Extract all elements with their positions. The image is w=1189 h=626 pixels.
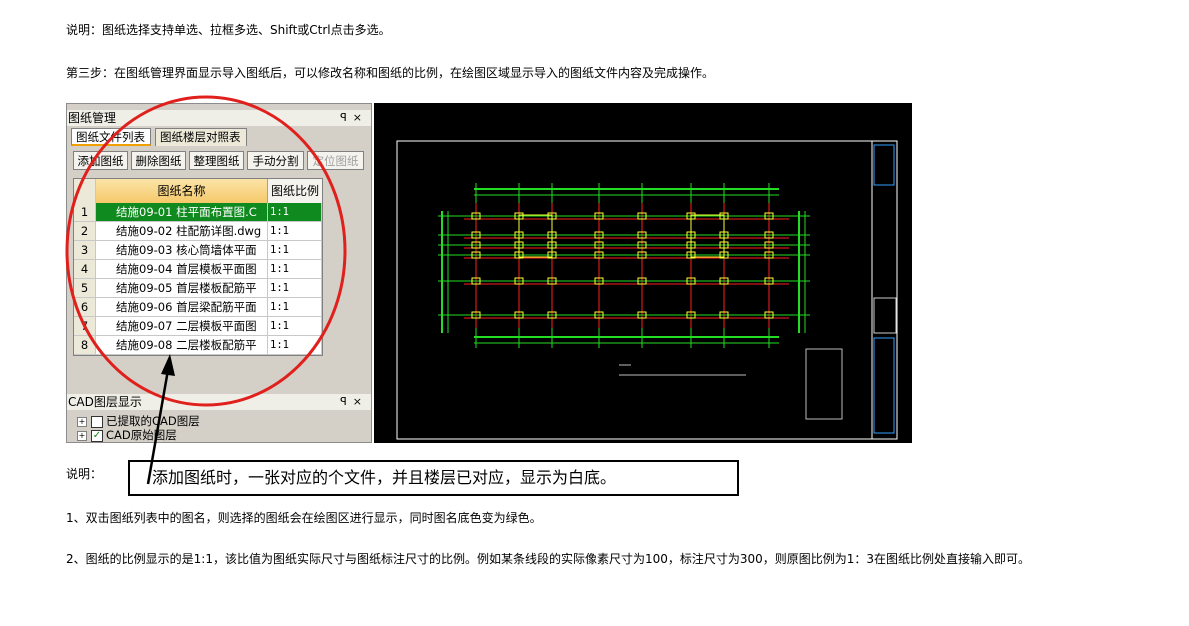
- drawing-name-cell[interactable]: 结施09-05 首层楼板配筋平: [96, 279, 268, 298]
- layer-panel-title: CAD图层显示: [68, 395, 142, 409]
- drawing-scale-cell[interactable]: 1:1: [268, 241, 322, 260]
- row-number: 8: [74, 336, 96, 355]
- table-row[interactable]: 2 结施09-02 柱配筋详图.dwg 1:1: [74, 222, 322, 241]
- expand-icon[interactable]: +: [77, 430, 87, 441]
- explanation-1: 1、双击图纸列表中的图名，则选择的图纸会在绘图区进行显示，同时图名底色变为绿色。: [66, 511, 542, 525]
- drawing-name-cell[interactable]: 结施09-01 柱平面布置图.C: [96, 203, 268, 222]
- table-row[interactable]: 3 结施09-03 核心筒墙体平面 1:1: [74, 241, 322, 260]
- note-label: 说明：: [66, 467, 103, 481]
- structural-plan: [438, 183, 810, 348]
- core-wall: [690, 214, 725, 258]
- layer-label-extracted: 已提取的CAD图层: [106, 414, 200, 428]
- table-row[interactable]: 8 结施09-08 二层楼板配筋平 1:1: [74, 336, 322, 355]
- row-number: 7: [74, 317, 96, 336]
- instruction-select-note: 说明：图纸选择支持单选、拉框多选、Shift或Ctrl点击多选。: [66, 23, 391, 37]
- drawing-scale-cell[interactable]: 1:1: [268, 222, 322, 241]
- pin-icon[interactable]: ꟼ: [340, 395, 353, 408]
- drawing-name-cell[interactable]: 结施09-07 二层模板平面图: [96, 317, 268, 336]
- close-icon[interactable]: ×: [353, 111, 368, 124]
- notes-table: [805, 348, 843, 420]
- drawing-management-panel: 图纸管理 ꟼ× 图纸文件列表 图纸楼层对照表 添加图纸 删除图纸 整理图纸 手动…: [66, 103, 372, 443]
- layer-item-extracted[interactable]: + 已提取的CAD图层: [77, 414, 200, 428]
- drawing-canvas[interactable]: [374, 103, 912, 443]
- explanation-2: 2、图纸的比例显示的是1:1，该比值为图纸实际尺寸与图纸标注尺寸的比例。例如某条…: [66, 552, 1031, 566]
- drawing-scale-cell[interactable]: 1:1: [268, 336, 322, 355]
- layer-label-original: CAD原始图层: [106, 428, 177, 442]
- title-block-legend: [873, 144, 895, 186]
- expand-icon[interactable]: +: [77, 416, 87, 427]
- layer-checkbox-original[interactable]: ✓: [91, 429, 103, 442]
- row-header-corner: [74, 179, 96, 203]
- table-row[interactable]: 6 结施09-06 首层梁配筋平面 1:1: [74, 298, 322, 317]
- layer-checkbox-extracted[interactable]: [91, 415, 103, 428]
- table-row[interactable]: 1 结施09-01 柱平面布置图.C 1:1: [74, 203, 322, 222]
- title-block-stamp: [873, 297, 897, 334]
- sheet-border: [396, 140, 898, 440]
- drawing-scale-cell[interactable]: 1:1: [268, 317, 322, 336]
- drawing-list-table: 图纸名称 图纸比例 1 结施09-01 柱平面布置图.C 1:1 2 结施09-02 柱…: [73, 178, 323, 356]
- panel-title: 图纸管理: [68, 111, 117, 125]
- cad-drawing: [396, 140, 898, 440]
- manual-split-button[interactable]: 手动分割: [247, 151, 304, 170]
- column-header-scale[interactable]: 图纸比例: [268, 179, 322, 203]
- drawing-name-cell[interactable]: 结施09-08 二层楼板配筋平: [96, 336, 268, 355]
- cad-layer-tree: + 已提取的CAD图层 + ✓ CAD原始图层: [77, 414, 200, 442]
- delete-drawing-button[interactable]: 删除图纸: [131, 151, 186, 170]
- add-drawing-button[interactable]: 添加图纸: [73, 151, 128, 170]
- tab-drawing-floor-mapping[interactable]: 图纸楼层对照表: [155, 128, 247, 146]
- note-callout-box: 添加图纸时，一张对应的个文件，并且楼层已对应，显示为白底。: [128, 460, 739, 496]
- table-row[interactable]: 5 结施09-05 首层楼板配筋平 1:1: [74, 279, 322, 298]
- title-block-table: [873, 337, 895, 434]
- drawing-scale-cell[interactable]: 1:1: [268, 260, 322, 279]
- tab-drawing-file-list[interactable]: 图纸文件列表: [71, 128, 151, 146]
- row-number: 5: [74, 279, 96, 298]
- drawing-scale-cell[interactable]: 1:1: [268, 298, 322, 317]
- layer-item-original[interactable]: + ✓ CAD原始图层: [77, 428, 200, 442]
- layer-panel-titlebar: CAD图层显示 ꟼ×: [67, 394, 371, 410]
- close-icon[interactable]: ×: [353, 395, 368, 408]
- panel-titlebar: 图纸管理 ꟼ×: [67, 110, 371, 126]
- row-number: 4: [74, 260, 96, 279]
- column-header-name[interactable]: 图纸名称: [96, 179, 268, 203]
- drawing-name-cell[interactable]: 结施09-03 核心筒墙体平面: [96, 241, 268, 260]
- pin-icon[interactable]: ꟼ: [340, 111, 353, 124]
- row-number: 2: [74, 222, 96, 241]
- drawing-scale-cell[interactable]: 1:1: [268, 203, 322, 222]
- drawing-name-cell[interactable]: 结施09-02 柱配筋详图.dwg: [96, 222, 268, 241]
- locate-drawing-button[interactable]: 定位图纸: [307, 151, 364, 170]
- drawing-name-cell[interactable]: 结施09-04 首层模板平面图: [96, 260, 268, 279]
- drawing-name-cell[interactable]: 结施09-06 首层梁配筋平面: [96, 298, 268, 317]
- core-wall: [518, 214, 553, 258]
- row-number: 3: [74, 241, 96, 260]
- drawing-scale-cell[interactable]: 1:1: [268, 279, 322, 298]
- row-number: 6: [74, 298, 96, 317]
- table-row[interactable]: 4 结施09-04 首层模板平面图 1:1: [74, 260, 322, 279]
- step-three-text: 第三步：在图纸管理界面显示导入图纸后，可以修改名称和图纸的比例，在绘图区域显示导…: [66, 66, 715, 80]
- row-number: 1: [74, 203, 96, 222]
- organize-drawing-button[interactable]: 整理图纸: [189, 151, 244, 170]
- table-row[interactable]: 7 结施09-07 二层模板平面图 1:1: [74, 317, 322, 336]
